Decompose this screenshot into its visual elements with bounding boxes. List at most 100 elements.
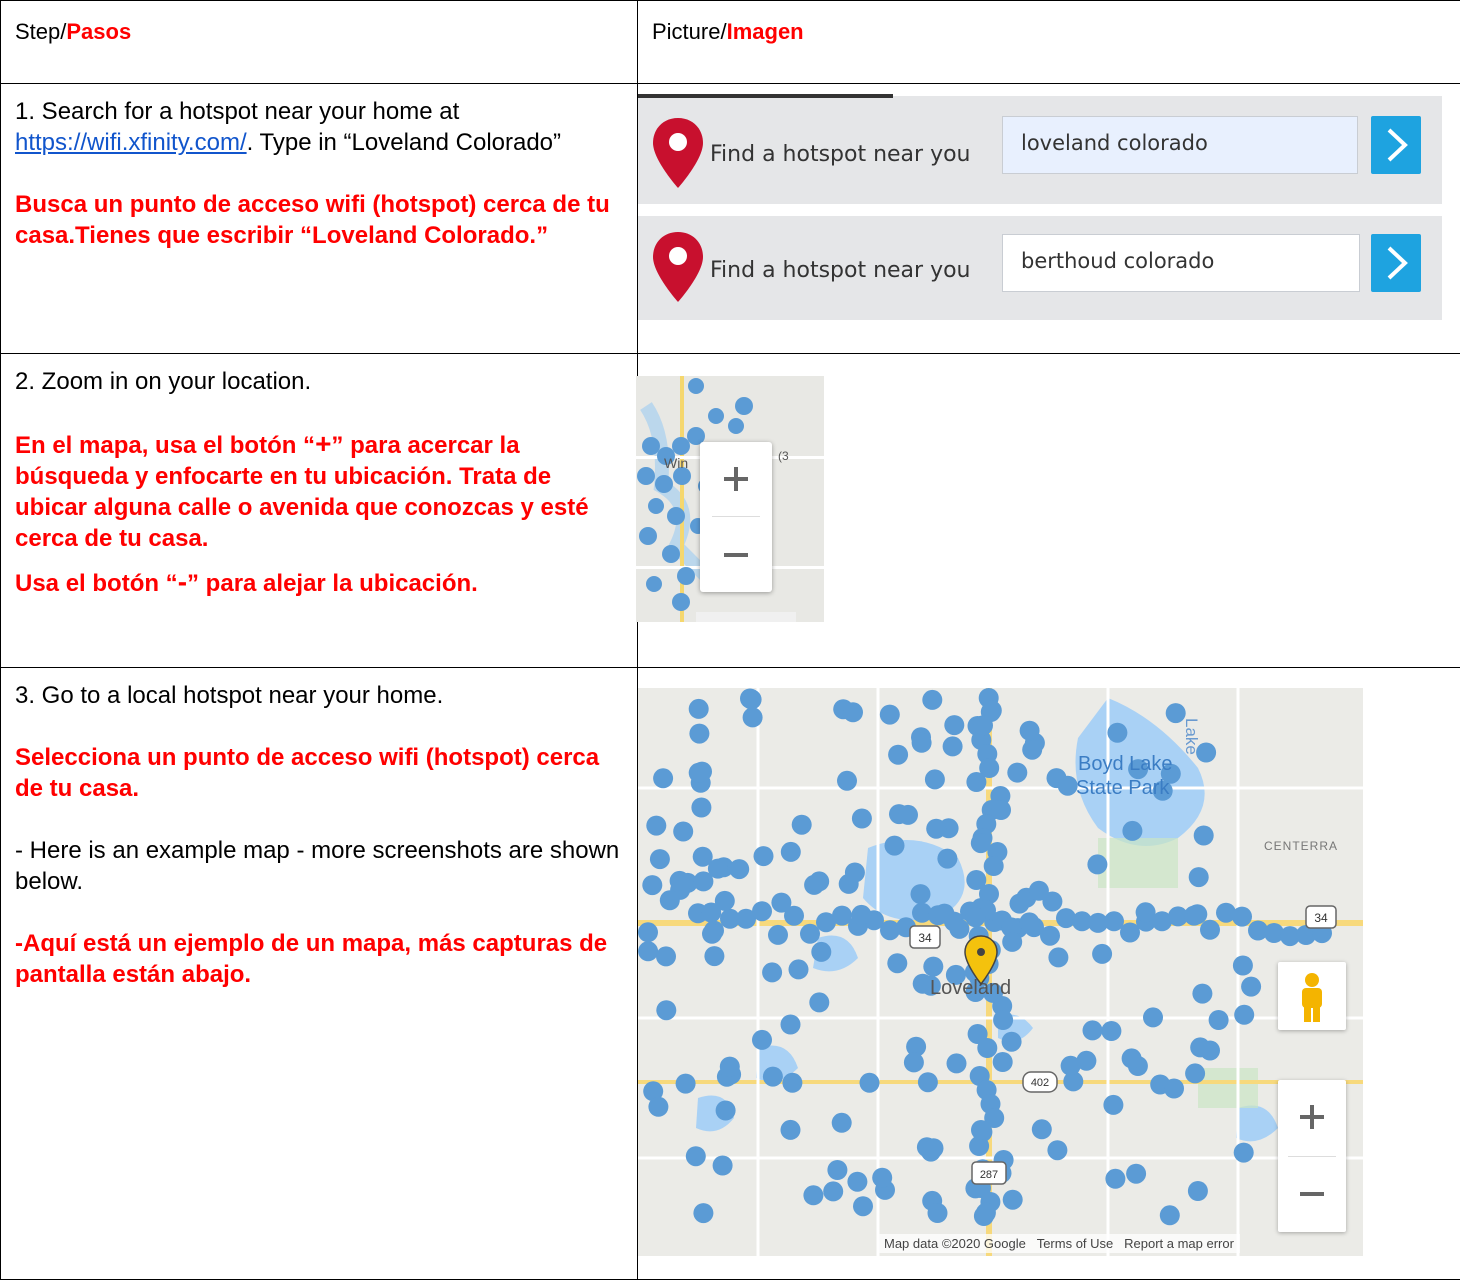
hotspot-marker[interactable] [975, 1202, 996, 1223]
hotspot-marker[interactable] [771, 892, 792, 913]
hotspot-marker[interactable] [1082, 1020, 1103, 1041]
hotspot-marker[interactable] [1188, 867, 1209, 888]
hotspot-marker[interactable] [656, 946, 676, 967]
hotspot-marker[interactable] [1164, 1078, 1184, 1099]
hotspot-marker[interactable] [879, 704, 900, 725]
hotspot-marker[interactable] [1019, 912, 1040, 933]
hotspot-marker[interactable] [944, 715, 965, 736]
hotspot-marker[interactable] [843, 702, 863, 723]
hotspot-marker[interactable] [910, 884, 931, 905]
hotspot-marker[interactable] [965, 907, 986, 928]
hotspot-marker[interactable] [934, 903, 955, 924]
hotspot-marker[interactable] [1092, 943, 1113, 964]
hotspot-marker[interactable] [669, 870, 690, 891]
hotspot-marker[interactable] [1057, 775, 1078, 796]
hotspot-marker[interactable] [844, 862, 865, 883]
hotspot-marker[interactable] [917, 1072, 938, 1093]
hotspot-marker[interactable] [1047, 1140, 1068, 1161]
hotspot-marker[interactable] [701, 902, 722, 923]
hotspot-marker[interactable] [1087, 854, 1108, 875]
hotspot-marker[interactable] [753, 846, 774, 867]
hotspot-marker[interactable] [653, 768, 674, 789]
hotspot-marker[interactable] [688, 762, 709, 783]
hotspot-marker[interactable] [741, 689, 762, 710]
hotspot-marker[interactable] [1234, 1004, 1255, 1025]
hotspot-marker[interactable] [1187, 904, 1208, 925]
hotspot-marker[interactable] [1192, 983, 1213, 1004]
hotspot-map[interactable]: 34 34 402 287 Lake Boyd Lake State Park … [638, 688, 1363, 1256]
hotspot-marker[interactable] [685, 1146, 706, 1167]
hotspot-marker[interactable] [707, 858, 728, 879]
hotspot-marker[interactable] [888, 744, 909, 765]
hotspot-marker[interactable] [768, 924, 788, 945]
hotspot-marker[interactable] [937, 848, 958, 869]
hotspot-marker[interactable] [704, 946, 725, 967]
map-zoom-out-button[interactable] [1278, 1157, 1346, 1232]
hotspot-marker[interactable] [729, 859, 750, 880]
hotspot-marker[interactable] [649, 849, 670, 870]
hotspot-marker[interactable] [752, 901, 772, 922]
search-input-2[interactable]: berthoud colorado [1002, 234, 1360, 292]
hotspot-marker[interactable] [991, 800, 1011, 820]
hotspot-marker[interactable] [780, 1119, 801, 1140]
hotspot-marker[interactable] [992, 1052, 1013, 1072]
hotspot-marker[interactable] [1122, 820, 1143, 841]
hotspot-marker[interactable] [1233, 1142, 1254, 1163]
hotspot-marker[interactable] [872, 1167, 893, 1188]
hotspot-marker[interactable] [851, 904, 872, 925]
zoom-out-button[interactable] [700, 517, 772, 592]
search-go-button-1[interactable] [1371, 116, 1421, 174]
zoom-in-button[interactable] [700, 442, 772, 516]
hotspot-marker[interactable] [946, 1053, 967, 1074]
hotspot-marker[interactable] [837, 770, 857, 791]
hotspot-marker[interactable] [1187, 1181, 1208, 1201]
hotspot-marker[interactable] [847, 1171, 868, 1192]
hotspot-marker[interactable] [691, 797, 712, 818]
hotspot-marker[interactable] [827, 1160, 848, 1180]
hotspot-marker[interactable] [1190, 1037, 1211, 1058]
hotspot-marker[interactable] [1241, 976, 1262, 997]
hotspot-marker[interactable] [1002, 931, 1023, 952]
hotspot-marker[interactable] [923, 1138, 944, 1159]
hotspot-marker[interactable] [782, 1072, 803, 1093]
hotspot-marker[interactable] [1103, 1094, 1124, 1115]
hotspot-marker[interactable] [1185, 1063, 1206, 1084]
hotspot-marker[interactable] [1121, 1048, 1142, 1069]
search-go-button-2[interactable] [1371, 234, 1421, 292]
hotspot-marker[interactable] [887, 953, 908, 974]
hotspot-marker[interactable] [1007, 762, 1028, 783]
hotspot-marker[interactable] [688, 698, 709, 719]
hotspot-marker[interactable] [831, 1112, 852, 1133]
hotspot-marker[interactable] [1126, 1163, 1147, 1184]
hotspot-marker[interactable] [993, 1010, 1014, 1030]
street-view-pegman-button[interactable] [1278, 962, 1346, 1030]
hotspot-marker[interactable] [1232, 955, 1253, 976]
hotspot-marker[interactable] [922, 689, 943, 710]
hotspot-marker[interactable] [811, 941, 832, 962]
hotspot-marker[interactable] [823, 1181, 844, 1202]
hotspot-marker[interactable] [788, 959, 809, 980]
hotspot-marker[interactable] [712, 1155, 733, 1176]
hotspot-marker[interactable] [971, 1120, 991, 1140]
hotspot-marker[interactable] [1040, 925, 1060, 946]
hotspot-marker[interactable] [942, 736, 963, 757]
hotspot-marker[interactable] [973, 715, 993, 736]
hotspot-marker[interactable] [1022, 739, 1043, 760]
hotspot-marker[interactable] [1001, 1031, 1022, 1052]
hotspot-marker[interactable] [646, 815, 667, 836]
hotspot-marker[interactable] [762, 962, 783, 983]
hotspot-marker[interactable] [742, 707, 763, 728]
hotspot-marker[interactable] [949, 918, 970, 939]
map-zoom-in-button[interactable] [1278, 1080, 1346, 1155]
hotspot-marker[interactable] [659, 890, 680, 911]
hotspot-marker[interactable] [927, 1203, 948, 1223]
hotspot-marker[interactable] [693, 1203, 714, 1224]
hotspot-marker[interactable] [642, 875, 663, 896]
hotspot-marker[interactable] [1101, 1021, 1122, 1041]
hotspot-marker[interactable] [656, 1000, 677, 1021]
hotspot-marker[interactable] [638, 922, 658, 943]
hotspot-marker[interactable] [1135, 902, 1156, 923]
hotspot-marker[interactable] [898, 804, 918, 825]
hotspot-marker[interactable] [803, 1185, 824, 1206]
hotspot-marker[interactable] [923, 956, 944, 977]
